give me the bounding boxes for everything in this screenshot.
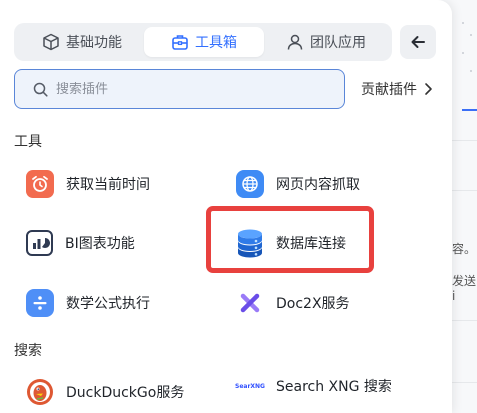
search-icon bbox=[33, 82, 48, 97]
background-dot bbox=[462, 22, 464, 24]
duckduckgo-icon bbox=[26, 378, 54, 406]
plugin-label: DuckDuckGo服务 bbox=[66, 385, 185, 401]
cube-icon bbox=[43, 33, 59, 51]
user-icon bbox=[287, 34, 303, 50]
globe-icon bbox=[236, 170, 264, 198]
search-input[interactable] bbox=[56, 81, 316, 97]
section-title-tools: 工具 bbox=[14, 134, 42, 150]
arrow-left-icon bbox=[411, 36, 425, 48]
background-dot bbox=[470, 70, 472, 72]
contribute-label: 贡献插件 bbox=[361, 82, 417, 98]
chevron-right-icon bbox=[425, 83, 432, 95]
plugin-label: 网页内容抓取 bbox=[276, 177, 360, 193]
plugin-item-get-current-time[interactable]: 获取当前时间 bbox=[26, 168, 150, 200]
section-title-search: 搜索 bbox=[14, 343, 42, 359]
tab-toolbox[interactable]: 工具箱 bbox=[144, 27, 264, 57]
tab-label: 团队应用 bbox=[310, 35, 366, 51]
searxng-logo-icon: SearXNG bbox=[235, 372, 265, 400]
doc2x-logo-icon bbox=[236, 289, 264, 317]
tab-basic-functions[interactable]: 基础功能 bbox=[22, 27, 142, 57]
contribute-plugin-link[interactable]: 贡献插件 bbox=[361, 78, 433, 100]
background-dot bbox=[470, 34, 472, 36]
plugin-item-duckduckgo[interactable]: DuckDuckGo服务 bbox=[26, 376, 184, 408]
plugin-label: BI图表功能 bbox=[65, 236, 135, 252]
tab-bar: 基础功能 工具箱 团队应用 bbox=[14, 23, 392, 61]
background-dot bbox=[462, 52, 464, 54]
tab-team-apps[interactable]: 团队应用 bbox=[266, 27, 386, 57]
plugin-label: Doc2X服务 bbox=[276, 296, 350, 312]
plugin-item-math-formula[interactable]: 数学公式执行 bbox=[26, 287, 150, 319]
background-accent bbox=[462, 109, 477, 111]
plugin-label: 数学公式执行 bbox=[66, 296, 150, 312]
divide-icon bbox=[26, 289, 54, 317]
search-box bbox=[14, 69, 345, 109]
toolbox-icon bbox=[172, 35, 188, 50]
plugin-item-web-scraper[interactable]: 网页内容抓取 bbox=[236, 168, 360, 200]
plugin-panel: 基础功能 工具箱 团队应用 搜索插件 贡献插件 工具 获取当前时间 网页内容抓取… bbox=[0, 0, 452, 413]
plugin-item-search-xng[interactable]: SearXNG Search XNG 搜索 bbox=[235, 370, 392, 402]
alarm-clock-icon bbox=[26, 170, 54, 198]
tab-label: 基础功能 bbox=[66, 35, 122, 51]
tab-label: 工具箱 bbox=[195, 35, 237, 51]
highlight-box bbox=[206, 206, 374, 273]
background-text: 容。 bbox=[452, 242, 477, 256]
bi-chart-icon bbox=[26, 230, 53, 256]
plugin-label: 获取当前时间 bbox=[66, 177, 150, 193]
plugin-label: Search XNG 搜索 bbox=[276, 379, 392, 395]
plugin-item-doc2x-service[interactable]: Doc2X服务 bbox=[236, 287, 350, 319]
back-button[interactable] bbox=[400, 25, 436, 59]
plugin-item-bi-chart[interactable]: BI图表功能 bbox=[26, 227, 135, 259]
background-text: 发送i bbox=[452, 274, 477, 303]
searxng-logo-text: SearXNG bbox=[235, 382, 265, 390]
